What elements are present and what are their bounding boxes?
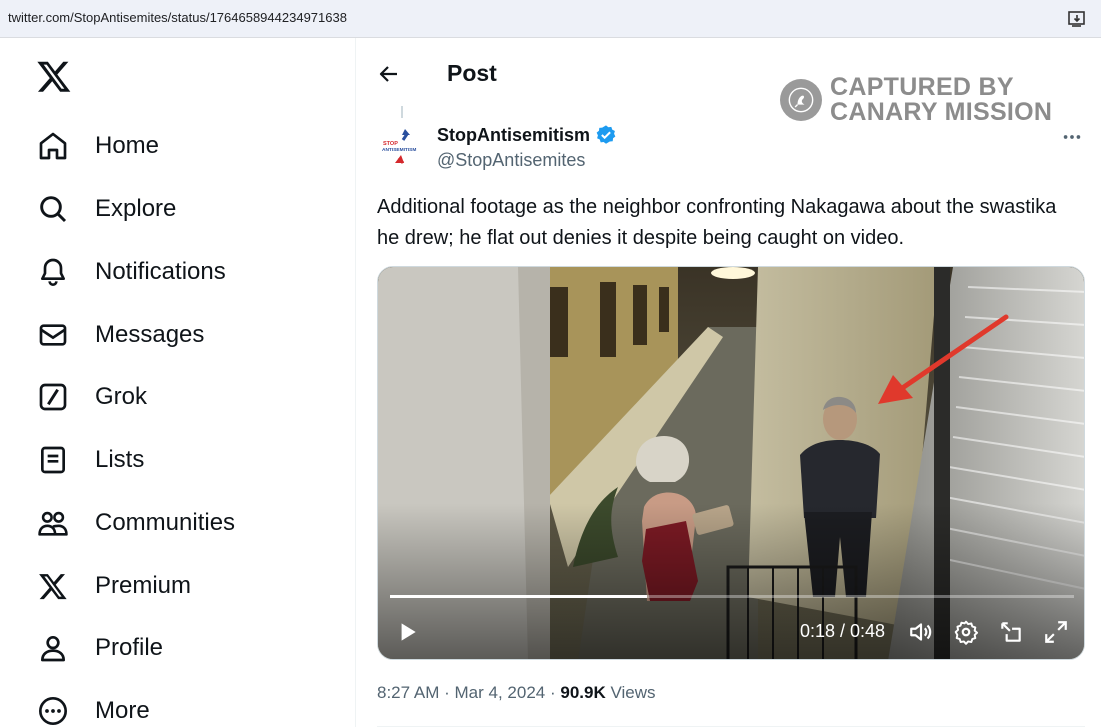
display-name-text[interactable]: StopAntisemitism	[437, 125, 590, 146]
page-title: Post	[447, 60, 497, 86]
sidebar-item-notifications[interactable]: Notifications	[36, 250, 226, 294]
video-player[interactable]: 0:18 / 0:48	[377, 266, 1085, 660]
grok-icon	[36, 380, 70, 414]
sidebar-item-home[interactable]: Home	[36, 124, 159, 168]
tweet-text: Additional footage as the neighbor confr…	[377, 196, 1057, 249]
tweet-date[interactable]: Mar 4, 2024	[455, 683, 546, 702]
verified-badge-icon	[596, 125, 616, 144]
display-name[interactable]: StopAntisemitism	[437, 124, 617, 146]
progress-fill	[390, 595, 647, 598]
avatar-text-1: STOP	[383, 141, 398, 147]
sidebar-item-label: Lists	[95, 446, 145, 473]
person-icon	[36, 631, 70, 665]
sidebar-item-profile[interactable]: Profile	[36, 626, 163, 670]
watermark: CAPTURED BY CANARY MISSION	[780, 75, 1052, 125]
sidebar-item-label: Explore	[95, 195, 177, 222]
avatar-text-2: ANTISEMITISM	[382, 147, 416, 153]
back-arrow-icon[interactable]	[377, 62, 401, 86]
x-logo-icon	[36, 569, 70, 603]
address-bar[interactable]: twitter.com/StopAntisemites/status/17646…	[0, 0, 1101, 38]
thread-line	[401, 106, 403, 118]
user-handle[interactable]: @StopAntisemites	[437, 150, 585, 171]
sidebar-item-label: Premium	[95, 572, 192, 599]
avatar[interactable]: STOP ANTISEMITISM	[377, 122, 425, 170]
sidebar-item-grok[interactable]: Grok	[36, 375, 147, 419]
meta-separator: ·	[549, 683, 556, 702]
bird-logo-icon	[780, 79, 822, 121]
search-icon	[36, 192, 70, 226]
fullscreen-icon[interactable]	[1043, 619, 1069, 645]
sidebar-item-label: Grok	[95, 383, 148, 410]
sidebar-nav: Home Explore Notifications Messages Grok…	[0, 38, 356, 727]
sidebar-item-lists[interactable]: Lists	[36, 438, 144, 482]
sidebar-item-label: Messages	[95, 321, 205, 348]
progress-bar[interactable]	[390, 595, 1074, 598]
sidebar-item-more[interactable]: More	[36, 689, 150, 727]
meta-separator: ·	[444, 683, 450, 702]
volume-icon[interactable]	[908, 619, 934, 645]
more-circle-icon	[36, 694, 70, 727]
sidebar-item-communities[interactable]: Communities	[36, 501, 235, 545]
list-icon	[36, 443, 70, 477]
sidebar-item-label: More	[95, 697, 150, 724]
home-icon	[36, 129, 70, 163]
sidebar-item-label: Notifications	[95, 258, 226, 285]
sidebar-item-explore[interactable]: Explore	[36, 187, 176, 231]
video-controls: 0:18 / 0:48	[378, 601, 1084, 659]
picture-in-picture-icon[interactable]	[998, 619, 1024, 645]
sidebar-item-label: Communities	[95, 509, 236, 536]
watermark-line-1: CAPTURED BY	[830, 73, 1014, 101]
x-logo-icon[interactable]	[36, 58, 72, 94]
views-count: 90.9K	[560, 683, 606, 702]
play-icon[interactable]	[394, 619, 420, 645]
people-icon	[36, 506, 70, 540]
main-column: Post CAPTURED BY CANARY MISSION STOP ANT…	[357, 38, 1101, 727]
sidebar-item-label: Home	[95, 132, 160, 159]
sidebar-item-messages[interactable]: Messages	[36, 313, 204, 357]
tweet-meta: 8:27 AM · Mar 4, 2024 · 90.9K Views	[377, 683, 656, 703]
install-app-icon[interactable]	[1067, 9, 1087, 29]
bell-icon	[36, 255, 70, 289]
video-timecode: 0:18 / 0:48	[800, 621, 886, 641]
views-label: Views	[610, 683, 656, 702]
sidebar-item-label: Profile	[95, 634, 164, 661]
tweet-time[interactable]: 8:27 AM	[377, 683, 439, 702]
sidebar-item-premium[interactable]: Premium	[36, 564, 191, 608]
settings-gear-icon[interactable]	[953, 619, 979, 645]
watermark-line-2: CANARY MISSION	[830, 98, 1053, 126]
url-text[interactable]: twitter.com/StopAntisemites/status/17646…	[8, 10, 347, 25]
more-options-icon[interactable]	[1061, 126, 1083, 148]
mail-icon	[36, 318, 70, 352]
